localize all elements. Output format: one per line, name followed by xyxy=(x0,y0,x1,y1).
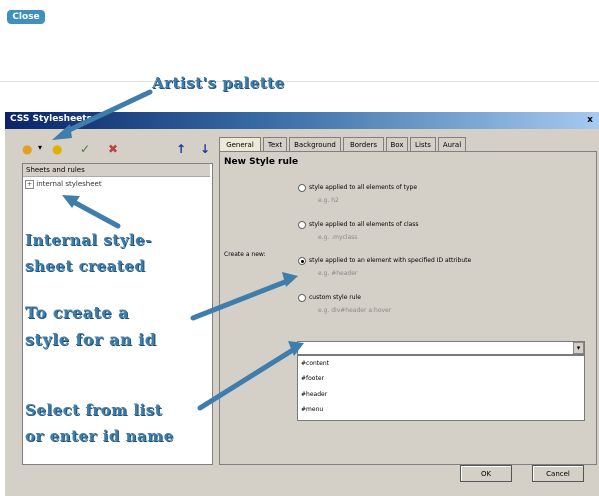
callout-create-line2: style for an id xyxy=(25,330,157,349)
callout-select-line1: Select from list xyxy=(25,401,163,419)
callout-create-line1: To create a xyxy=(25,303,130,322)
arrowhead-palette xyxy=(52,124,72,140)
callout-palette: Artist's palette xyxy=(152,74,285,92)
arrow-select xyxy=(197,345,299,411)
callout-select-line2: or enter id name xyxy=(25,427,174,445)
arrow-internal xyxy=(67,197,121,229)
callout-internal-line2: sheet created xyxy=(25,257,146,275)
callout-internal-line1: Internal style- xyxy=(25,231,152,249)
arrow-create xyxy=(190,277,293,321)
arrow-palette xyxy=(62,89,153,135)
